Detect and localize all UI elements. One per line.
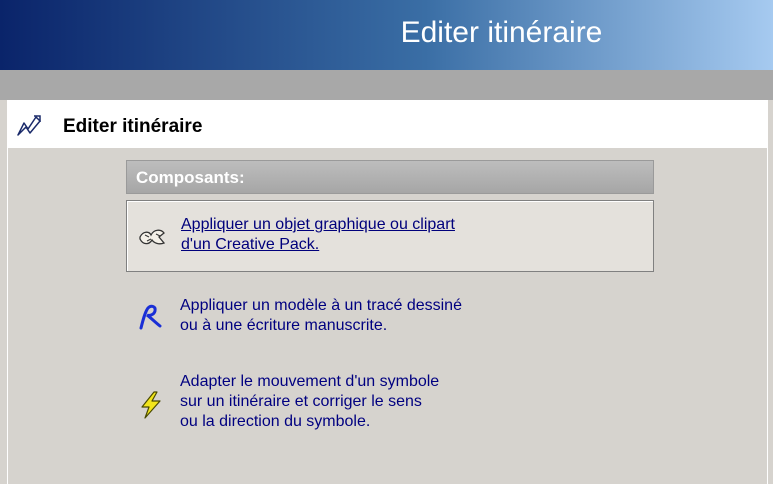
apply-template-text[interactable]: Appliquer un modèle à un tracé dessiné o… <box>180 296 462 336</box>
panel-header: Editer itinéraire <box>8 100 767 148</box>
adapt-motion-item[interactable]: Adapter le mouvement d'un symbole sur un… <box>126 362 654 442</box>
application-window: Editer itinéraire Editer itinéraire Comp… <box>0 0 773 484</box>
panel-title: Editer itinéraire <box>63 116 203 137</box>
adapt-motion-line-1[interactable]: Adapter le mouvement d'un symbole <box>180 372 439 392</box>
apply-template-item[interactable]: Appliquer un modèle à un tracé dessiné o… <box>126 286 654 346</box>
adapt-motion-line-3[interactable]: ou la direction du symbole. <box>180 412 439 432</box>
adapt-motion-line-2[interactable]: sur un itinéraire et corriger le sens <box>180 392 439 412</box>
apply-clipart-line-1[interactable]: Appliquer un objet graphique ou clipart <box>181 215 455 235</box>
section-header: Composants: <box>126 160 654 194</box>
lightning-icon <box>141 391 161 419</box>
apply-clipart-item[interactable]: Appliquer un objet graphique ou clipart … <box>126 200 654 272</box>
window-title: Editer itinéraire <box>400 16 603 49</box>
section-header-label: Composants: <box>136 168 245 187</box>
adapt-motion-text[interactable]: Adapter le mouvement d'un symbole sur un… <box>180 372 439 432</box>
components-section: Composants: Appliquer un objet graphique… <box>126 160 654 430</box>
edit-route-panel: Editer itinéraire Composants: Appliquer … <box>7 100 768 484</box>
apply-clipart-link[interactable]: Appliquer un objet graphique ou clipart … <box>181 215 455 255</box>
pen-path-icon <box>17 115 41 136</box>
apply-template-line-2[interactable]: ou à une écriture manuscrite. <box>180 316 462 336</box>
handwriting-icon <box>139 304 162 330</box>
clipart-icon <box>139 229 166 245</box>
toolbar-strip <box>0 70 773 100</box>
title-bar: Editer itinéraire <box>0 0 773 70</box>
apply-template-line-1[interactable]: Appliquer un modèle à un tracé dessiné <box>180 296 462 316</box>
apply-clipart-line-2[interactable]: d'un Creative Pack. <box>181 235 455 255</box>
